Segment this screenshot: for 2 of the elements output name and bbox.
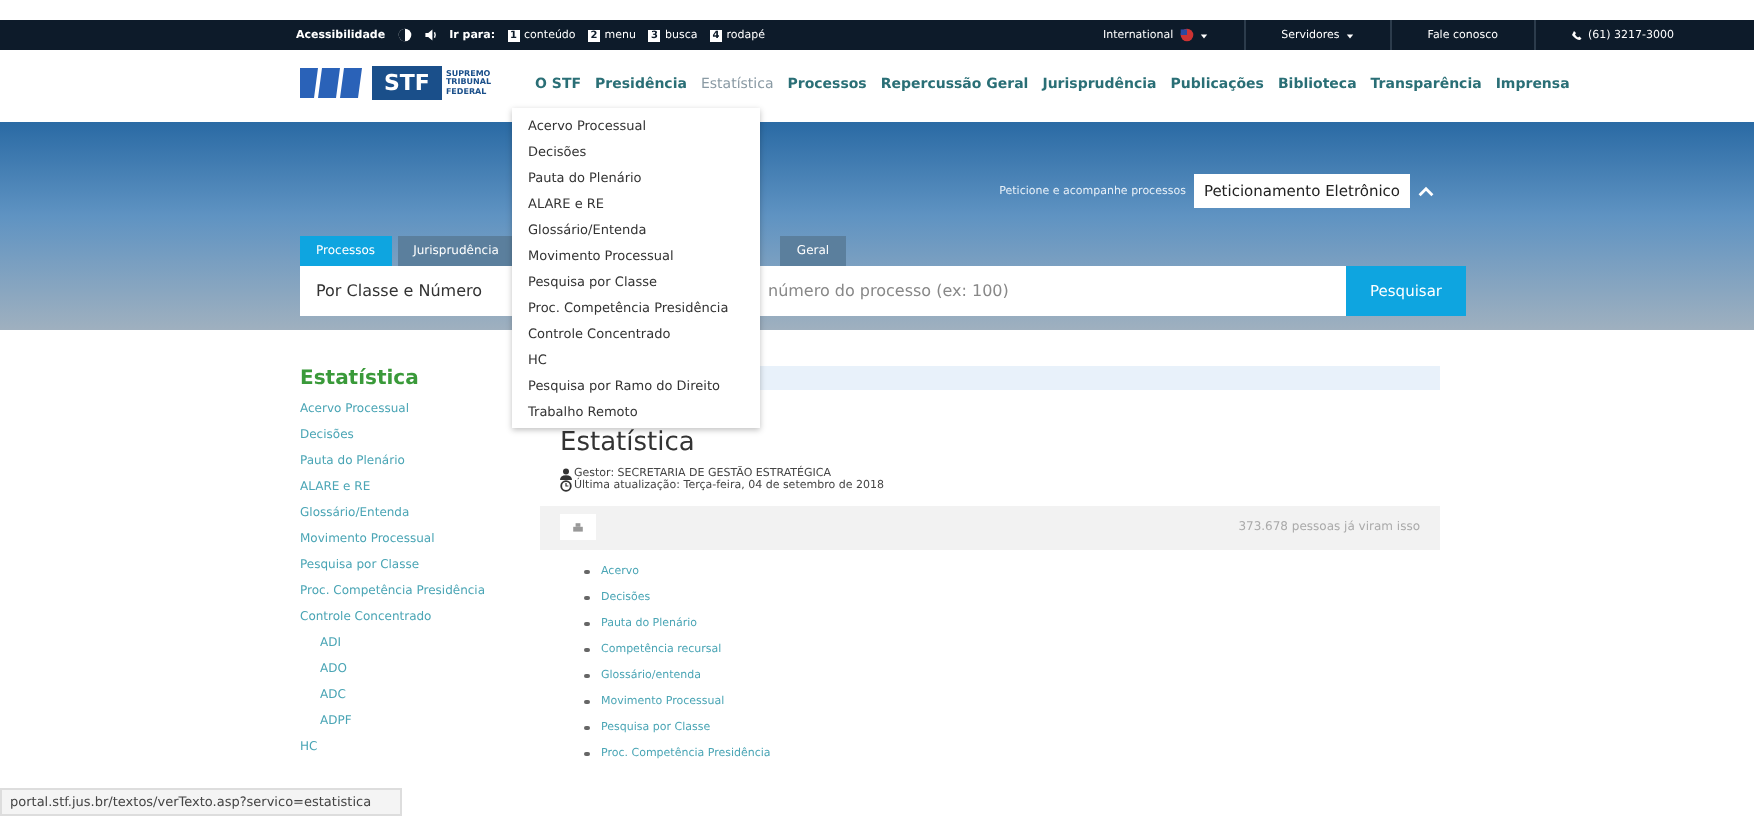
sidebar-title: Estatística xyxy=(300,368,421,390)
page-title: Estatística xyxy=(560,428,697,460)
